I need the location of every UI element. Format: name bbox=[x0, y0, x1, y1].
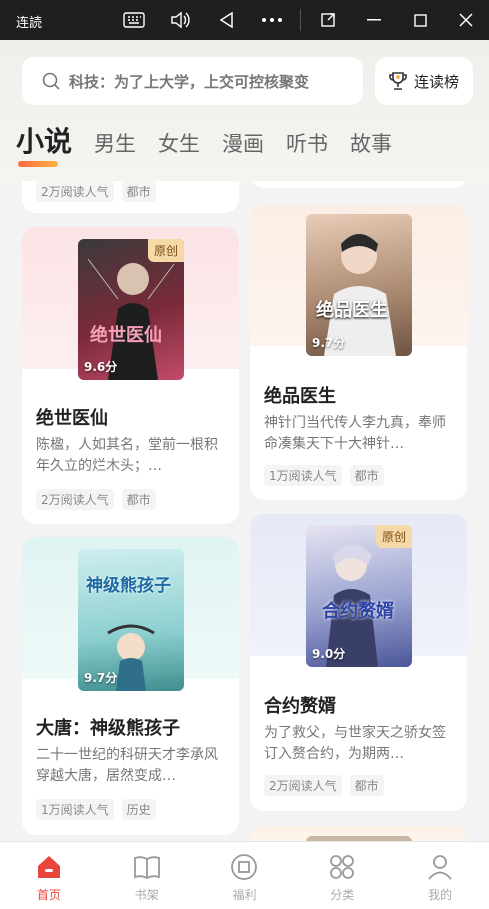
nav-label: 我的 bbox=[428, 888, 453, 902]
tab-story[interactable]: 故事 bbox=[350, 128, 392, 160]
trophy-icon bbox=[389, 72, 407, 90]
book-title: 绝世医仙 bbox=[36, 408, 108, 429]
readers-badge: 1万阅读人气 bbox=[264, 465, 342, 486]
search-placeholder: 科技：为了上大学，上交可控核聚变 bbox=[69, 72, 310, 91]
welfare-icon bbox=[231, 854, 258, 880]
book-card-partial[interactable] bbox=[250, 181, 467, 188]
titlebar-divider bbox=[300, 9, 301, 31]
nav-label: 首页 bbox=[36, 888, 61, 902]
book-badges: 1万阅读人气 历史 bbox=[36, 799, 164, 820]
book-card-partial[interactable] bbox=[250, 826, 467, 841]
search-bar[interactable]: 科技：为了上大学，上交可控核聚变 bbox=[22, 57, 363, 105]
book-feed[interactable]: 2万阅读人气 都市 原创 绝世医仙 9.6分 绝世医仙 陈楹，人如其名，堂前一根… bbox=[0, 181, 489, 841]
nav-welfare[interactable]: 福利 bbox=[196, 842, 294, 909]
genre-badge: 都市 bbox=[121, 181, 156, 202]
tab-comic[interactable]: 漫画 bbox=[222, 128, 264, 160]
window-title: 连読 bbox=[16, 16, 43, 31]
window-titlebar: 连読 bbox=[0, 0, 489, 40]
book-description: 二十一世纪的科研天才李承风穿越大唐，居然变成… bbox=[36, 747, 218, 784]
category-icon bbox=[330, 855, 355, 879]
category-tabs: 小说 男生 女生 漫画 听书 故事 bbox=[16, 124, 414, 160]
genre-badge: 历史 bbox=[121, 799, 156, 820]
book-badges: 2万阅读人气 都市 bbox=[264, 775, 392, 796]
book-card[interactable]: 原创 绝世医仙 9.6分 绝世医仙 陈楹，人如其名，堂前一根积年久立的烂木头；…… bbox=[22, 227, 239, 524]
tab-male[interactable]: 男生 bbox=[94, 128, 136, 160]
reading-rank-label: 连读榜 bbox=[414, 72, 460, 91]
readers-badge: 2万阅读人气 bbox=[36, 489, 114, 510]
book-title: 合约赘婿 bbox=[264, 696, 336, 717]
bottom-navigation: 首页 书架 福利 分类 我的 bbox=[0, 841, 489, 909]
book-description: 神针门当代传人李九真，奉师命凑集天下十大神针… bbox=[264, 415, 446, 452]
book-score: 9.0分 bbox=[312, 647, 346, 661]
back-icon[interactable] bbox=[214, 8, 238, 32]
book-badges: 2万阅读人气 都市 bbox=[36, 181, 164, 202]
nav-home[interactable]: 首页 bbox=[0, 842, 98, 909]
volume-icon[interactable] bbox=[168, 8, 192, 32]
cover-caption: 合约赘婿 bbox=[322, 601, 394, 622]
active-tab-indicator bbox=[18, 161, 58, 167]
book-score: 9.6分 bbox=[84, 360, 118, 374]
bookshelf-icon bbox=[133, 856, 160, 880]
nav-label: 书架 bbox=[134, 888, 159, 902]
nav-label: 分类 bbox=[330, 888, 355, 902]
tab-audiobook[interactable]: 听书 bbox=[286, 128, 328, 160]
minimize-icon[interactable] bbox=[362, 8, 386, 32]
cover-caption: 绝品医生 bbox=[316, 300, 388, 321]
tab-female[interactable]: 女生 bbox=[158, 128, 200, 160]
readers-badge: 2万阅读人气 bbox=[264, 775, 342, 796]
book-score: 9.7分 bbox=[84, 671, 118, 685]
readers-badge: 2万阅读人气 bbox=[36, 181, 114, 202]
book-card[interactable]: 原创 合约赘婿 9.0分 合约赘婿 为了救父，与世家天之骄女签订入赘合约，为期两… bbox=[250, 514, 467, 811]
nav-label: 福利 bbox=[232, 888, 257, 902]
profile-icon bbox=[428, 855, 452, 880]
book-description: 陈楹，人如其名，堂前一根积年久立的烂木头；… bbox=[36, 437, 218, 474]
close-icon[interactable] bbox=[454, 8, 478, 32]
cover-caption: 神级熊孩子 bbox=[86, 576, 171, 596]
keyboard-icon[interactable] bbox=[122, 8, 146, 32]
home-icon bbox=[37, 856, 60, 878]
book-cover[interactable]: 绝品医生 9.7分 bbox=[306, 214, 412, 356]
book-card-partial[interactable]: 2万阅读人气 都市 bbox=[22, 181, 239, 213]
maximize-icon[interactable] bbox=[408, 8, 432, 32]
genre-badge: 都市 bbox=[349, 775, 384, 796]
cover-caption: 绝世医仙 bbox=[90, 325, 162, 346]
book-badges: 1万阅读人气 都市 bbox=[264, 465, 392, 486]
popout-icon[interactable] bbox=[316, 8, 340, 32]
book-cover[interactable]: 神级熊孩子 9.7分 bbox=[78, 549, 184, 691]
nav-category[interactable]: 分类 bbox=[293, 842, 391, 909]
search-icon bbox=[42, 72, 60, 90]
more-icon[interactable] bbox=[260, 8, 284, 32]
tab-novel[interactable]: 小说 bbox=[16, 124, 72, 160]
nav-profile[interactable]: 我的 bbox=[391, 842, 489, 909]
genre-badge: 都市 bbox=[349, 465, 384, 486]
book-card[interactable]: 绝品医生 9.7分 绝品医生 神针门当代传人李九真，奉师命凑集天下十大神针… 1… bbox=[250, 204, 467, 500]
book-badges: 2万阅读人气 都市 bbox=[36, 489, 164, 510]
genre-badge: 都市 bbox=[121, 489, 156, 510]
book-cover[interactable]: 原创 绝世医仙 9.6分 bbox=[78, 239, 184, 380]
book-score: 9.7分 bbox=[312, 336, 346, 350]
book-description: 为了救父，与世家天之骄女签订入赘合约，为期两… bbox=[264, 725, 446, 762]
header: 科技：为了上大学，上交可控核聚变 连读榜 小说 男生 女生 漫画 听书 故事 bbox=[0, 40, 489, 185]
readers-badge: 1万阅读人气 bbox=[36, 799, 114, 820]
nav-bookshelf[interactable]: 书架 bbox=[98, 842, 196, 909]
book-cover[interactable]: 原创 合约赘婿 9.0分 bbox=[306, 525, 412, 667]
book-title: 绝品医生 bbox=[264, 386, 336, 407]
original-tag: 原创 bbox=[375, 525, 412, 548]
book-title: 大唐：神级熊孩子 bbox=[36, 718, 180, 739]
reading-rank-button[interactable]: 连读榜 bbox=[375, 57, 473, 105]
original-tag: 原创 bbox=[147, 239, 184, 262]
book-card[interactable]: 神级熊孩子 9.7分 大唐：神级熊孩子 二十一世纪的科研天才李承风穿越大唐，居然… bbox=[22, 537, 239, 835]
